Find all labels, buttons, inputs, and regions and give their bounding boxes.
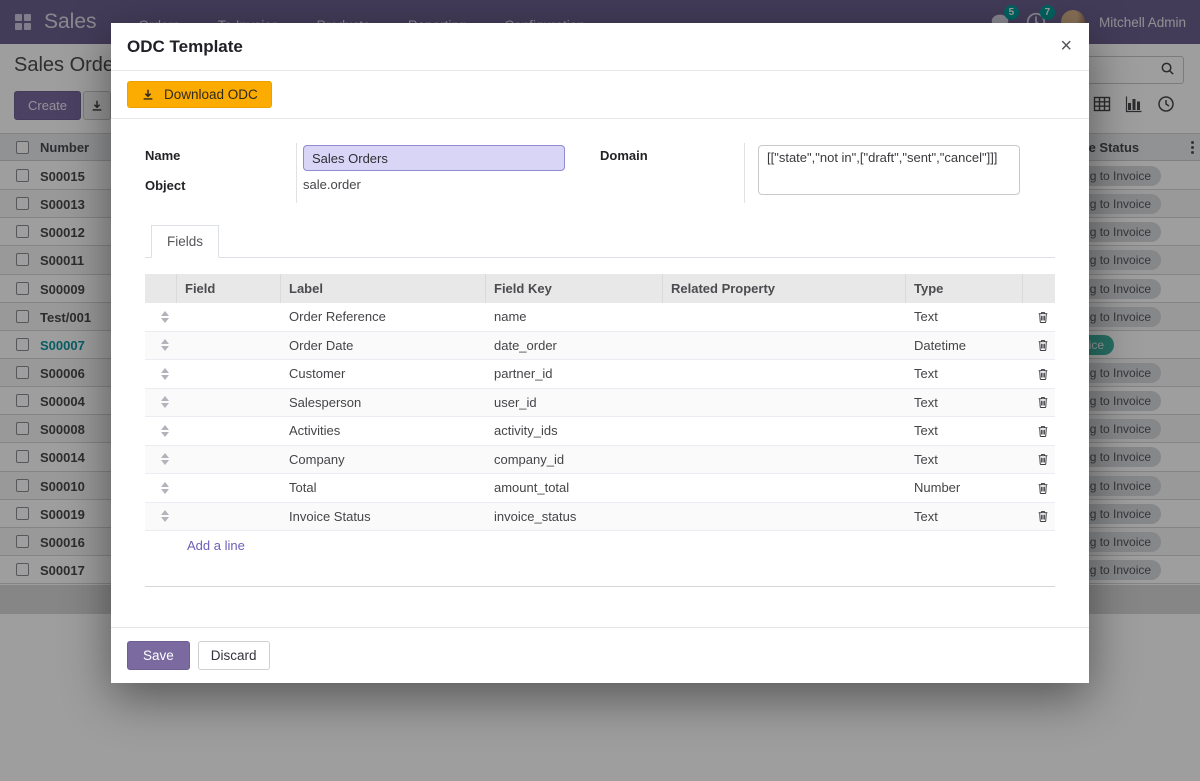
delete-row-icon[interactable] xyxy=(1023,424,1055,438)
object-label: Object xyxy=(145,173,296,203)
handle-column-header xyxy=(145,274,177,303)
type-cell[interactable]: Datetime xyxy=(906,338,1023,353)
drag-handle-icon[interactable] xyxy=(145,339,177,351)
add-a-line-link[interactable]: Add a line xyxy=(177,538,486,553)
dialog-title: ODC Template xyxy=(127,37,243,56)
drag-handle-icon[interactable] xyxy=(145,396,177,408)
domain-field[interactable] xyxy=(758,145,1020,195)
tab-fields[interactable]: Fields xyxy=(151,225,219,258)
drag-handle-icon[interactable] xyxy=(145,482,177,494)
odc-template-dialog: ODC Template × Download ODC Name Object … xyxy=(111,23,1089,683)
field-key-cell[interactable]: user_id xyxy=(486,395,663,410)
field-key-column-header[interactable]: Field Key xyxy=(486,274,663,303)
dialog-footer: Save Discard xyxy=(111,627,1089,683)
discard-button[interactable]: Discard xyxy=(198,641,270,670)
field-row[interactable]: Salesperson user_id Text xyxy=(145,389,1055,418)
dialog-toolbar: Download ODC xyxy=(111,71,1089,119)
drag-handle-icon[interactable] xyxy=(145,453,177,465)
field-column-header[interactable]: Field xyxy=(177,274,281,303)
object-value: sale.order xyxy=(296,173,600,203)
field-row[interactable]: Company company_id Text xyxy=(145,446,1055,475)
type-cell[interactable]: Text xyxy=(906,423,1023,438)
related-property-column-header[interactable]: Related Property xyxy=(663,274,906,303)
download-icon xyxy=(141,88,155,102)
field-key-cell[interactable]: activity_ids xyxy=(486,423,663,438)
delete-row-icon[interactable] xyxy=(1023,509,1055,523)
type-cell[interactable]: Text xyxy=(906,509,1023,524)
drag-handle-icon[interactable] xyxy=(145,368,177,380)
dialog-body: Name Object sale.order Domain Fields Fie… xyxy=(111,119,1089,627)
label-cell[interactable]: Order Reference xyxy=(281,309,486,324)
delete-row-icon[interactable] xyxy=(1023,338,1055,352)
field-key-cell[interactable]: company_id xyxy=(486,452,663,467)
field-key-cell[interactable]: amount_total xyxy=(486,480,663,495)
field-row[interactable]: Order Reference name Text xyxy=(145,303,1055,332)
delete-row-icon[interactable] xyxy=(1023,310,1055,324)
label-cell[interactable]: Order Date xyxy=(281,338,486,353)
type-cell[interactable]: Number xyxy=(906,480,1023,495)
label-cell[interactable]: Company xyxy=(281,452,486,467)
label-cell[interactable]: Total xyxy=(281,480,486,495)
type-column-header[interactable]: Type xyxy=(906,274,1023,303)
save-button[interactable]: Save xyxy=(127,641,190,670)
type-cell[interactable]: Text xyxy=(906,309,1023,324)
dialog-header: ODC Template × xyxy=(111,23,1089,71)
drag-handle-icon[interactable] xyxy=(145,311,177,323)
field-row[interactable]: Customer partner_id Text xyxy=(145,360,1055,389)
delete-row-icon[interactable] xyxy=(1023,481,1055,495)
field-key-cell[interactable]: name xyxy=(486,309,663,324)
delete-row-icon[interactable] xyxy=(1023,367,1055,381)
drag-handle-icon[interactable] xyxy=(145,510,177,522)
delete-column-header xyxy=(1023,274,1055,303)
notebook-tabs: Fields xyxy=(145,225,1055,258)
label-cell[interactable]: Activities xyxy=(281,423,486,438)
name-field[interactable] xyxy=(303,145,565,171)
fields-table: Field Label Field Key Related Property T… xyxy=(145,274,1055,559)
fields-table-header: Field Label Field Key Related Property T… xyxy=(145,274,1055,303)
close-icon[interactable]: × xyxy=(1060,32,1072,60)
fields-table-body: Order Reference name Text Order Date dat… xyxy=(145,303,1055,531)
field-key-cell[interactable]: partner_id xyxy=(486,366,663,381)
download-odc-button[interactable]: Download ODC xyxy=(127,81,272,108)
sheet-divider xyxy=(145,586,1055,587)
delete-row-icon[interactable] xyxy=(1023,452,1055,466)
type-cell[interactable]: Text xyxy=(906,452,1023,467)
add-line-row: Add a line xyxy=(145,531,1055,559)
field-key-cell[interactable]: invoice_status xyxy=(486,509,663,524)
label-column-header[interactable]: Label xyxy=(281,274,486,303)
domain-label: Domain xyxy=(600,143,744,203)
label-cell[interactable]: Invoice Status xyxy=(281,509,486,524)
drag-handle-icon[interactable] xyxy=(145,425,177,437)
delete-row-icon[interactable] xyxy=(1023,395,1055,409)
field-key-cell[interactable]: date_order xyxy=(486,338,663,353)
label-cell[interactable]: Customer xyxy=(281,366,486,381)
field-row[interactable]: Total amount_total Number xyxy=(145,474,1055,503)
type-cell[interactable]: Text xyxy=(906,366,1023,381)
field-row[interactable]: Order Date date_order Datetime xyxy=(145,332,1055,361)
field-row[interactable]: Invoice Status invoice_status Text xyxy=(145,503,1055,532)
type-cell[interactable]: Text xyxy=(906,395,1023,410)
label-cell[interactable]: Salesperson xyxy=(281,395,486,410)
name-label: Name xyxy=(145,143,296,173)
field-row[interactable]: Activities activity_ids Text xyxy=(145,417,1055,446)
